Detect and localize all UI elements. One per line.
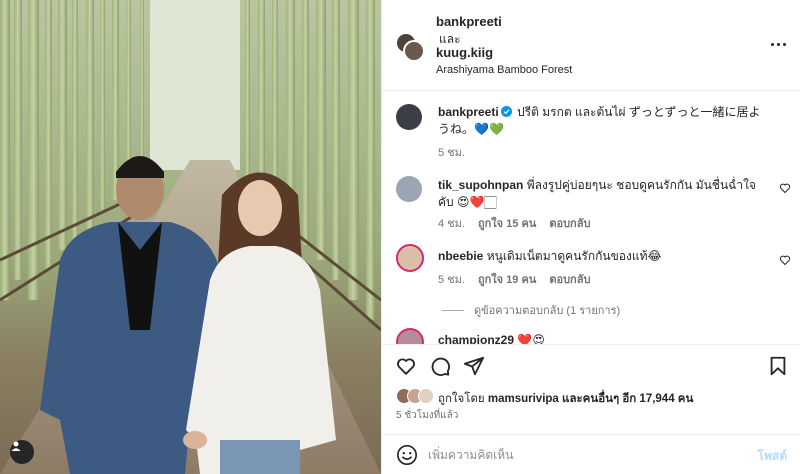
caption-meta: 5 ชม. bbox=[438, 143, 465, 161]
author-username[interactable]: bankpreeti bbox=[436, 14, 502, 29]
comment-time: 4 ชม. bbox=[438, 218, 465, 230]
post-actions: ถูกใจโดย mamsurivipa และคนอื่นๆ อีก 17,9… bbox=[382, 344, 800, 434]
comment-text: nbeebie หนูเดิมเน็ตมาดูคนรักกันของแท้😂 bbox=[438, 248, 758, 265]
likes-others[interactable]: และคนอื่นๆ อีก 17,944 คน bbox=[562, 393, 693, 405]
coauthor-username[interactable]: kuug.kiig bbox=[436, 45, 493, 60]
comment-username[interactable]: tik_supohnpan bbox=[438, 178, 523, 192]
avatar bbox=[418, 388, 434, 404]
post-header: bankpreeti และ kuug.kiig Arashiyama Bamb… bbox=[382, 0, 800, 91]
heart-icon[interactable] bbox=[779, 182, 791, 194]
liked-by-avatars[interactable] bbox=[396, 388, 436, 406]
comment-meta: 5 ชม. ถูกใจ 19 คน ตอบกลับ bbox=[438, 270, 590, 288]
location-link[interactable]: Arashiyama Bamboo Forest bbox=[436, 64, 572, 76]
comment-likes[interactable]: ถูกใจ 15 คน bbox=[478, 214, 536, 232]
comment-text: tik_supohnpan พี่ลงรูปคู่บ่อยๆนะ ชอบดูคน… bbox=[438, 177, 758, 211]
send-icon[interactable] bbox=[463, 355, 485, 377]
post-photo[interactable] bbox=[0, 0, 381, 474]
comment-body: ❤️😍 bbox=[517, 333, 545, 344]
view-replies-label: ดูข้อความตอบกลับ (1 รายการ) bbox=[474, 305, 621, 317]
comment-likes[interactable]: ถูกใจ 19 คน bbox=[478, 270, 536, 288]
reply-button[interactable]: ตอบกลับ bbox=[549, 214, 590, 232]
caption-text: bankpreeti ปรีติ มรกต และต้นไผ่ ずっとずっと一緒… bbox=[438, 104, 768, 138]
collab-avatars[interactable] bbox=[395, 32, 425, 62]
view-replies-button[interactable]: ดูข้อความตอบกลับ (1 รายการ) bbox=[442, 301, 620, 319]
caption-username[interactable]: bankpreeti bbox=[438, 105, 499, 119]
likes-summary[interactable]: ถูกใจโดย mamsurivipa และคนอื่นๆ อีก 17,9… bbox=[438, 390, 693, 408]
more-options-icon[interactable] bbox=[769, 37, 787, 51]
verified-badge-icon bbox=[500, 106, 512, 117]
photo-illustration bbox=[0, 0, 381, 474]
bookmark-icon[interactable] bbox=[767, 355, 789, 377]
reply-button[interactable]: ตอบกลับ bbox=[549, 270, 590, 288]
user-tag-icon bbox=[11, 441, 21, 451]
emoji-icon[interactable] bbox=[396, 444, 418, 466]
avatar bbox=[403, 40, 425, 62]
comments-list[interactable]: bankpreeti ปรีติ มรกต และต้นไผ่ ずっとずっと一緒… bbox=[382, 92, 800, 344]
avatar[interactable] bbox=[396, 328, 424, 344]
comment-username[interactable]: championz29 bbox=[438, 333, 514, 344]
comment-text: championz29 ❤️😍 bbox=[438, 332, 758, 344]
comment-time: 5 ชม. bbox=[438, 274, 465, 286]
likes-prefix: ถูกใจโดย bbox=[438, 393, 485, 405]
avatar[interactable] bbox=[396, 176, 422, 202]
comment-icon[interactable] bbox=[429, 355, 451, 377]
post-comment-button[interactable]: โพสต์ bbox=[758, 447, 787, 466]
heart-icon[interactable] bbox=[779, 254, 791, 266]
avatar[interactable] bbox=[396, 104, 422, 130]
liked-by-username[interactable]: mamsurivipa bbox=[488, 393, 559, 405]
caption-time: 5 ชม. bbox=[438, 147, 465, 159]
post-timestamp[interactable]: 5 ชั่วโมงที่แล้ว bbox=[396, 408, 458, 423]
divider bbox=[442, 309, 464, 311]
comment-body: หนูเดิมเน็ตมาดูคนรักกันของแท้😂 bbox=[486, 249, 662, 263]
heart-icon[interactable] bbox=[395, 355, 417, 377]
add-comment-bar: โพสต์ bbox=[382, 434, 800, 474]
post-details-panel: bankpreeti และ kuug.kiig Arashiyama Bamb… bbox=[381, 0, 800, 474]
comment-input[interactable] bbox=[428, 444, 748, 466]
avatar[interactable] bbox=[396, 244, 424, 272]
comment-username[interactable]: nbeebie bbox=[438, 249, 483, 263]
comment-meta: 4 ชม. ถูกใจ 15 คน ตอบกลับ bbox=[438, 214, 590, 232]
user-tag-button[interactable] bbox=[10, 440, 34, 464]
